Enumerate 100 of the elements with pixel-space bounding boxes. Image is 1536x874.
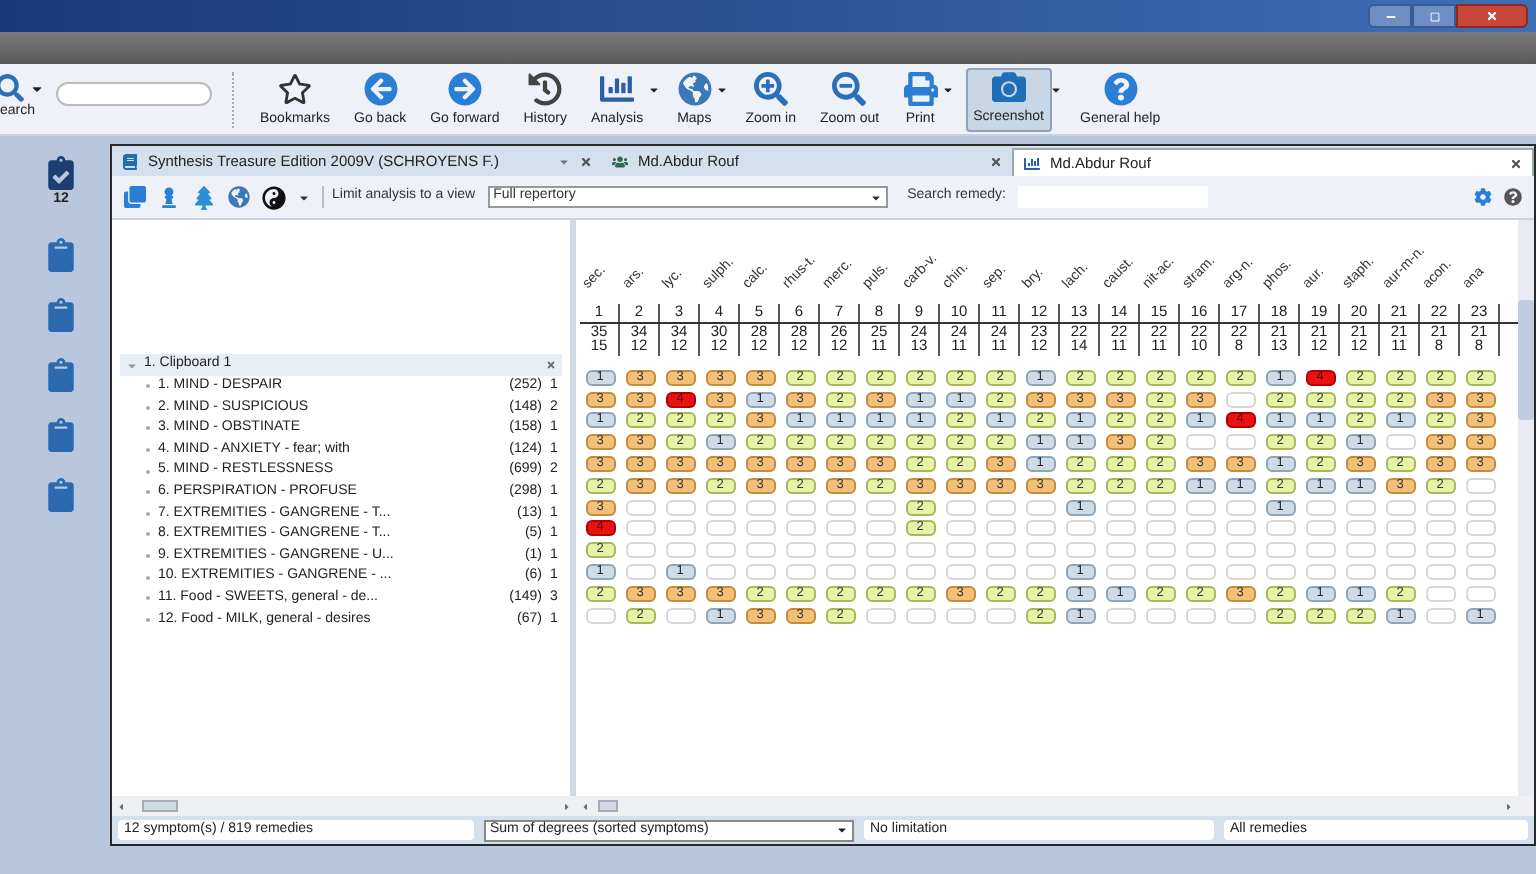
- book-icon: [122, 154, 138, 170]
- empty-cell: [1225, 607, 1255, 624]
- empty-cell: [625, 542, 655, 559]
- minimize-icon: [1385, 11, 1395, 21]
- empty-cell: [1345, 564, 1375, 581]
- globe-icon[interactable]: [228, 186, 250, 208]
- empty-cell: [1305, 499, 1335, 516]
- empty-cell: [1305, 564, 1335, 581]
- empty-cell: [705, 499, 735, 516]
- clipboard-check-icon[interactable]: [44, 156, 78, 190]
- empty-cell: [1145, 542, 1175, 559]
- empty-cell: [865, 607, 895, 624]
- zoom-in-icon: [753, 72, 788, 106]
- clipboard-icon[interactable]: [44, 477, 78, 511]
- history-icon: [528, 72, 563, 106]
- clipboard-icon[interactable]: [44, 297, 78, 331]
- clipboard-icon[interactable]: [44, 357, 78, 391]
- empty-cell: [1105, 607, 1135, 624]
- empty-cell: [1385, 564, 1415, 581]
- empty-cell: [665, 520, 695, 537]
- yin-yang-icon[interactable]: [262, 185, 286, 209]
- caret-icon[interactable]: [30, 81, 44, 96]
- empty-cell: [625, 520, 655, 537]
- empty-cell: [1465, 585, 1495, 602]
- minimize-button[interactable]: [1368, 4, 1412, 28]
- zoom-out-icon: [832, 72, 867, 106]
- scroll-thumb[interactable]: [598, 800, 618, 812]
- scroll-thumb[interactable]: [1518, 300, 1534, 420]
- empty-cell: [1105, 564, 1135, 581]
- empty-cell: [985, 607, 1015, 624]
- empty-cell: [1465, 520, 1495, 537]
- people-icon: [612, 154, 628, 170]
- empty-cell: [665, 607, 695, 624]
- scroll-left-icon[interactable]: [116, 801, 126, 811]
- empty-cell: [1145, 499, 1175, 516]
- empty-cell: [1385, 434, 1415, 451]
- empty-cell: [1225, 542, 1255, 559]
- empty-cell: [1025, 564, 1055, 581]
- caret-icon[interactable]: [1050, 83, 1062, 95]
- empty-cell: [785, 564, 815, 581]
- empty-cell: [1225, 520, 1255, 537]
- empty-cell: [1065, 520, 1095, 537]
- empty-cell: [1145, 564, 1175, 581]
- empty-cell: [785, 542, 815, 559]
- caret-icon[interactable]: [298, 191, 310, 203]
- empty-cell: [1185, 542, 1215, 559]
- empty-cell: [1105, 520, 1135, 537]
- scroll-left-icon[interactable]: [580, 801, 590, 811]
- caret-icon[interactable]: [941, 83, 954, 95]
- help-icon[interactable]: [1504, 188, 1522, 206]
- maximize-button[interactable]: [1412, 4, 1456, 28]
- empty-cell: [1465, 477, 1495, 494]
- empty-cell: [1225, 434, 1255, 451]
- pawn-icon[interactable]: [158, 186, 180, 208]
- caret-icon[interactable]: [647, 83, 660, 95]
- clipboard-icon[interactable]: [44, 237, 78, 271]
- settings-icon[interactable]: [1474, 188, 1492, 206]
- search-field[interactable]: [56, 81, 212, 105]
- empty-cell: [625, 499, 655, 516]
- clipboard-icon[interactable]: [44, 417, 78, 451]
- empty-cell: [745, 564, 775, 581]
- empty-cell: [865, 520, 895, 537]
- empty-cell: [705, 542, 735, 559]
- empty-cell: [1105, 499, 1135, 516]
- close-button[interactable]: [1456, 4, 1528, 28]
- tree-icon[interactable]: [192, 185, 216, 209]
- scroll-right-icon[interactable]: [562, 801, 572, 811]
- bar-chart-icon: [600, 72, 635, 106]
- empty-cell: [1425, 607, 1455, 624]
- empty-cell: [585, 607, 615, 624]
- scroll-thumb[interactable]: [142, 800, 178, 812]
- expanded-arrow-icon[interactable]: [126, 359, 138, 371]
- close-icon[interactable]: [580, 156, 592, 168]
- close-icon[interactable]: [990, 156, 1002, 168]
- search-icon[interactable]: [0, 74, 24, 103]
- empty-cell: [1025, 520, 1055, 537]
- close-icon[interactable]: [1510, 157, 1522, 169]
- empty-cell: [1425, 564, 1455, 581]
- globe-icon: [677, 72, 712, 106]
- caret-icon: [869, 191, 882, 203]
- empty-cell: [945, 520, 975, 537]
- empty-cell: [785, 499, 815, 516]
- empty-cell: [1385, 520, 1415, 537]
- empty-cell: [985, 564, 1015, 581]
- close-icon[interactable]: [546, 360, 556, 370]
- empty-cell: [745, 542, 775, 559]
- empty-cell: [1425, 542, 1455, 559]
- empty-cell: [1425, 585, 1455, 602]
- star-icon: [278, 72, 312, 106]
- empty-cell: [865, 564, 895, 581]
- empty-cell: [745, 520, 775, 537]
- scroll-right-icon[interactable]: [1504, 801, 1514, 811]
- empty-cell: [1385, 499, 1415, 516]
- empty-cell: [985, 520, 1015, 537]
- windows-icon[interactable]: [124, 186, 146, 208]
- caret-icon[interactable]: [715, 83, 728, 95]
- empty-cell: [1025, 499, 1055, 516]
- close-icon: [1486, 10, 1498, 22]
- vertical-scrollbar[interactable]: [1518, 220, 1534, 796]
- empty-cell: [905, 607, 935, 624]
